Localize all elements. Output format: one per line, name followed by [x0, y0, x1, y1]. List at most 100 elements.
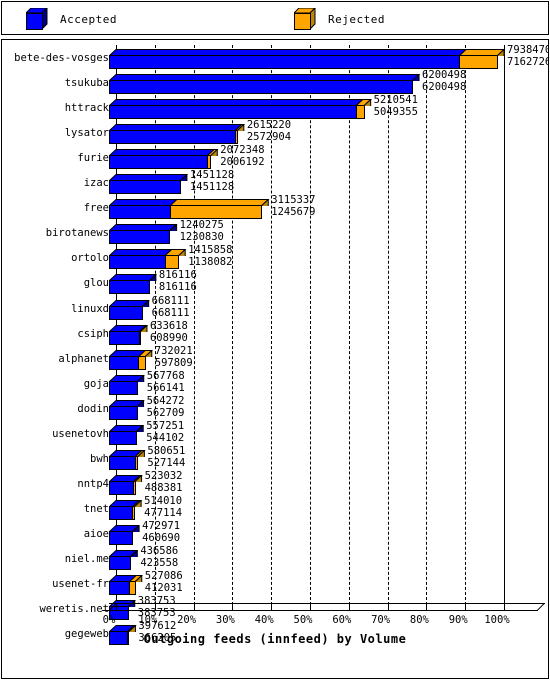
bar-accepted-value: 544102	[146, 431, 185, 444]
x-tick	[232, 603, 234, 611]
bar-segment-accepted[interactable]	[109, 380, 138, 395]
bar-accepted-value: 6200498	[422, 81, 467, 94]
category-label: furie	[77, 152, 109, 165]
bar-accepted-value: 668111	[151, 306, 190, 319]
bar-row: dodin 564272 562709	[2, 395, 548, 421]
bar-segment-rejected[interactable]	[132, 480, 136, 495]
category-label: csiph	[77, 327, 109, 340]
bar-row: tnet 514010 477114	[2, 494, 548, 521]
bar-segment-rejected[interactable]	[138, 355, 146, 370]
category-label: tnet	[83, 502, 109, 515]
bar-segment-accepted[interactable]	[109, 405, 138, 420]
bar-row: glou 816116 816116	[2, 269, 548, 295]
bar-value-labels: 3115337 1245679	[271, 194, 315, 218]
bar-total-value: 732021	[154, 344, 193, 357]
bar-accepted-value: 460690	[142, 531, 181, 544]
x-tick	[465, 603, 467, 611]
bar-segment-rejected[interactable]	[207, 155, 212, 170]
bar-segment-accepted[interactable]	[109, 255, 166, 270]
bar-segment-accepted[interactable]	[109, 455, 136, 470]
bar-total-value: 7938470	[507, 44, 549, 56]
x-tick-label: 60%	[332, 614, 352, 626]
bar-segment-accepted[interactable]	[109, 230, 171, 245]
bar-accepted-value: 423558	[140, 557, 179, 569]
x-axis-line	[102, 610, 538, 611]
category-label: bwh	[90, 452, 109, 465]
bar-accepted-value: 2572904	[246, 131, 292, 144]
bar-total-value: 668111	[151, 294, 190, 307]
category-label: tsukuba	[64, 77, 109, 90]
bar-total-value: 2072348	[220, 144, 265, 157]
category-label: weretis.net	[39, 603, 109, 616]
bar-total-value: 514010	[144, 494, 183, 507]
bar-segment-accepted[interactable]	[109, 205, 171, 220]
bar-segment-rejected[interactable]	[459, 55, 498, 69]
bar-total-value: 436586	[140, 545, 179, 557]
bar-row: goja 567768 566141	[2, 370, 548, 396]
bar-segment-rejected[interactable]	[132, 505, 136, 520]
bar-accepted-value: 597809	[154, 356, 193, 369]
bar-row: nntp4 523032 488381	[2, 470, 548, 496]
bar-value-labels: 527086 412031	[145, 570, 183, 594]
bar-accepted-value: 566141	[146, 381, 185, 394]
bar-row: bete-des-vosges 7938470 7162726	[2, 44, 549, 70]
bar-value-labels: 2072348 2006192	[220, 144, 264, 168]
bar-value-labels: 472971 460690	[142, 520, 180, 544]
bar-segment-accepted[interactable]	[109, 180, 181, 195]
bar-segment-accepted[interactable]	[109, 55, 461, 69]
bar-total-value: 2615220	[246, 119, 292, 132]
bar-segment-accepted[interactable]	[109, 430, 137, 445]
bar-total-value: 557251	[146, 419, 185, 432]
bar-segment-accepted[interactable]	[109, 505, 134, 520]
bar-row: niel.me 436586 423558	[2, 545, 548, 571]
bar-row: tsukuba 6200498 6200498	[2, 69, 548, 95]
bar-accepted-value: 7162726	[507, 56, 549, 68]
cube-icon	[294, 8, 316, 30]
bar-value-labels: 1240275 1230830	[180, 219, 224, 243]
category-label: aioe	[83, 527, 109, 540]
x-tick-label: 70%	[371, 614, 391, 626]
bar-value-labels: 2615220 2572904	[247, 119, 291, 143]
bar-segment-accepted[interactable]	[109, 155, 209, 170]
bar-segment-accepted[interactable]	[109, 105, 357, 120]
bar-segment-rejected[interactable]	[138, 330, 141, 345]
x-tick-label: 100%	[484, 614, 510, 626]
category-label: linuxd	[71, 302, 109, 315]
bar-segment-rejected[interactable]	[234, 130, 238, 145]
x-tick	[426, 603, 428, 611]
bar-segment-rejected[interactable]	[134, 455, 139, 470]
bar-value-labels: 523032 488381	[145, 470, 183, 494]
bar-segment-rejected[interactable]	[164, 255, 180, 270]
bar-value-labels: 5210541 5049355	[374, 94, 418, 118]
x-tick-label: 40%	[254, 614, 274, 626]
bar-segment-accepted[interactable]	[109, 530, 133, 545]
bar-segment-accepted[interactable]	[109, 305, 143, 320]
bar-segment-accepted[interactable]	[109, 130, 236, 145]
bar-value-labels: 668111 668111	[152, 295, 190, 319]
bar-value-labels: 1451128 1451128	[190, 169, 234, 193]
bar-segment-rejected[interactable]	[355, 105, 365, 120]
bar-row: birotanews 1240275 1230830	[2, 219, 548, 245]
bar-total-value: 1240275	[179, 219, 224, 232]
bar-segment-rejected[interactable]	[169, 205, 263, 220]
bar-segment-accepted[interactable]	[109, 280, 150, 295]
category-label: usenet-fr	[52, 578, 109, 591]
bar-value-labels: 633618 608990	[150, 320, 188, 344]
category-label: dodin	[77, 402, 109, 415]
bar-segment-rejected[interactable]	[129, 581, 136, 596]
bar-segment-accepted[interactable]	[109, 556, 131, 570]
bar-value-labels: 1415858 1138082	[188, 244, 232, 268]
cube-icon	[26, 8, 48, 30]
category-label: lysator	[64, 127, 109, 140]
legend-label-accepted: Accepted	[60, 12, 117, 26]
bar-accepted-value: 412031	[144, 582, 183, 595]
bar-segment-accepted[interactable]	[109, 581, 131, 596]
x-tick	[387, 603, 389, 611]
bar-segment-accepted[interactable]	[109, 330, 140, 345]
bar-value-labels: 732021 597809	[155, 345, 193, 369]
bar-segment-accepted[interactable]	[109, 80, 414, 95]
x-tick-label: 50%	[293, 614, 313, 626]
bar-segment-accepted[interactable]	[109, 480, 134, 495]
x-tick	[271, 603, 273, 611]
bar-segment-accepted[interactable]	[109, 355, 140, 370]
